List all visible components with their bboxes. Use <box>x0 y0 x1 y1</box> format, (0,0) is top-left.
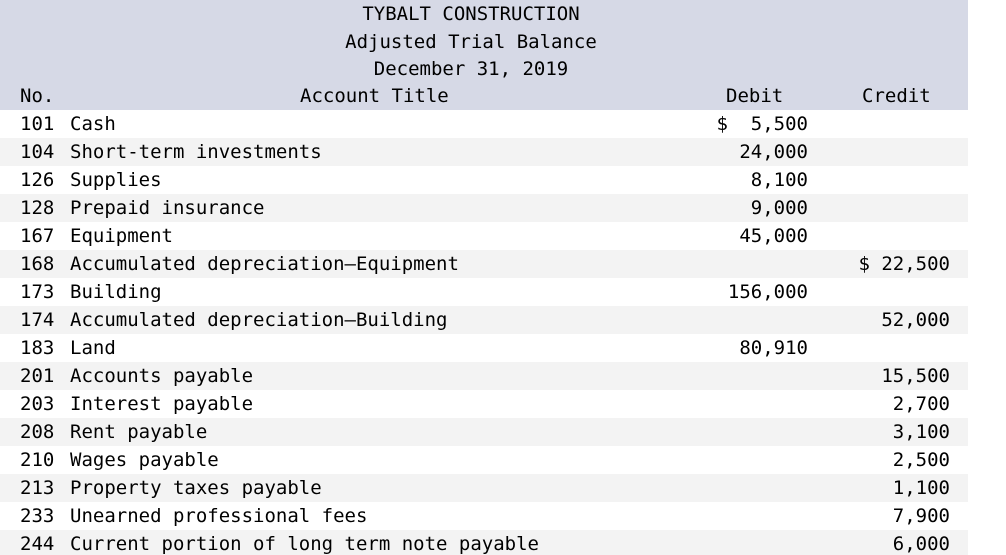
table-row: 233 Unearned professional fees 7,900 <box>0 502 968 530</box>
credit-amount: 7,900 <box>892 505 950 527</box>
trial-balance-table: TYBALT CONSTRUCTION Adjusted Trial Balan… <box>0 0 968 555</box>
debit-amount: 24,000 <box>739 141 808 163</box>
account-number: 168 <box>20 253 55 275</box>
account-number: 233 <box>20 505 55 527</box>
account-number: 128 <box>20 197 55 219</box>
table-row: 104 Short-term investments 24,000 <box>0 138 968 166</box>
account-title: Equipment <box>70 225 173 247</box>
table-row: 101 Cash $ 5,500 <box>0 110 968 138</box>
table-row: 203 Interest payable 2,700 <box>0 390 968 418</box>
table-body: 101 Cash $ 5,500 104 Short-term investme… <box>0 110 968 555</box>
credit-amount: 52,000 <box>881 309 950 331</box>
debit-amount: 9,000 <box>750 197 808 219</box>
account-number: 203 <box>20 393 55 415</box>
credit-amount: 1,100 <box>892 477 950 499</box>
account-title: Prepaid insurance <box>70 197 265 219</box>
table-row: 244 Current portion of long term note pa… <box>0 530 968 555</box>
account-title: Wages payable <box>70 449 219 471</box>
account-number: 244 <box>20 533 55 555</box>
account-number: 126 <box>20 169 55 191</box>
account-number: 174 <box>20 309 55 331</box>
credit-amount: 2,500 <box>892 449 950 471</box>
report-title: Adjusted Trial Balance <box>345 31 597 53</box>
account-title: Accumulated depreciation—Building <box>70 309 448 331</box>
account-number: 173 <box>20 281 55 303</box>
account-title: Interest payable <box>70 393 254 415</box>
credit-amount: 15,500 <box>881 365 950 387</box>
account-number: 104 <box>20 141 55 163</box>
account-number: 167 <box>20 225 55 247</box>
table-row: 173 Building 156,000 <box>0 278 968 306</box>
column-header-credit: Credit <box>862 85 931 107</box>
company-name: TYBALT CONSTRUCTION <box>362 3 580 25</box>
account-title: Supplies <box>70 169 162 191</box>
table-header: TYBALT CONSTRUCTION Adjusted Trial Balan… <box>0 0 968 110</box>
debit-amount: $ 5,500 <box>716 113 808 135</box>
table-row: 128 Prepaid insurance 9,000 <box>0 194 968 222</box>
table-row: 208 Rent payable 3,100 <box>0 418 968 446</box>
table-row: 183 Land 80,910 <box>0 334 968 362</box>
account-title: Current portion of long term note payabl… <box>70 533 539 555</box>
report-date: December 31, 2019 <box>373 58 569 80</box>
account-title: Property taxes payable <box>70 477 322 499</box>
column-header-debit: Debit <box>726 85 784 107</box>
column-header-no: No. <box>20 85 55 107</box>
account-title: Building <box>70 281 162 303</box>
debit-amount: 156,000 <box>727 281 808 303</box>
credit-amount: $ 22,500 <box>858 253 950 275</box>
account-title: Rent payable <box>70 421 208 443</box>
account-number: 210 <box>20 449 55 471</box>
table-row: 213 Property taxes payable 1,100 <box>0 474 968 502</box>
account-title: Short-term investments <box>70 141 322 163</box>
table-row: 174 Accumulated depreciation—Building 52… <box>0 306 968 334</box>
account-title: Land <box>70 337 116 359</box>
debit-amount: 80,910 <box>739 337 808 359</box>
account-title: Accumulated depreciation—Equipment <box>70 253 459 275</box>
column-header-account-title: Account Title <box>300 85 449 107</box>
debit-amount: 45,000 <box>739 225 808 247</box>
account-number: 201 <box>20 365 55 387</box>
table-row: 210 Wages payable 2,500 <box>0 446 968 474</box>
table-row: 167 Equipment 45,000 <box>0 222 968 250</box>
table-row: 168 Accumulated depreciation—Equipment $… <box>0 250 968 278</box>
credit-amount: 2,700 <box>892 393 950 415</box>
account-number: 213 <box>20 477 55 499</box>
credit-amount: 6,000 <box>892 533 950 555</box>
account-title: Cash <box>70 113 116 135</box>
account-number: 183 <box>20 337 55 359</box>
account-title: Accounts payable <box>70 365 254 387</box>
table-row: 201 Accounts payable 15,500 <box>0 362 968 390</box>
account-number: 101 <box>20 113 55 135</box>
debit-amount: 8,100 <box>750 169 808 191</box>
credit-amount: 3,100 <box>892 421 950 443</box>
account-title: Unearned professional fees <box>70 505 368 527</box>
account-number: 208 <box>20 421 55 443</box>
table-row: 126 Supplies 8,100 <box>0 166 968 194</box>
